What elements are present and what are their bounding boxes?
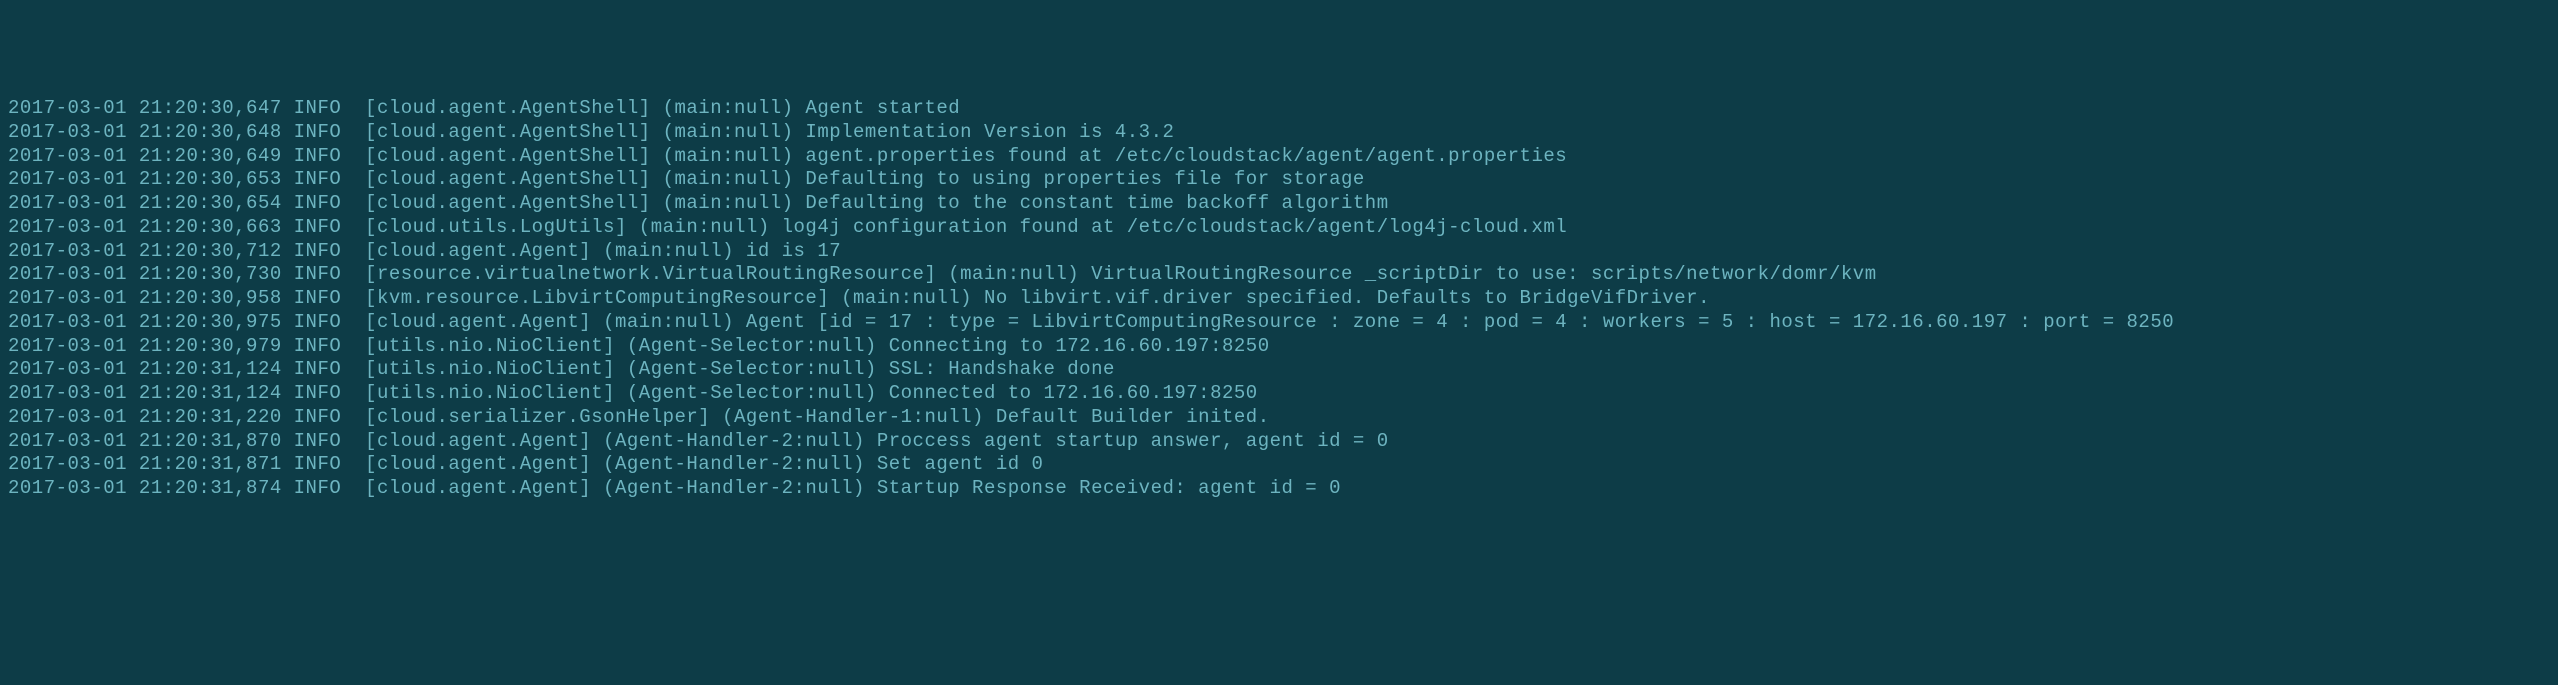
log-line: 2017-03-01 21:20:31,220 INFO [cloud.seri…	[8, 406, 2550, 430]
log-line: 2017-03-01 21:20:30,730 INFO [resource.v…	[8, 263, 2550, 287]
log-line: 2017-03-01 21:20:31,124 INFO [utils.nio.…	[8, 382, 2550, 406]
log-line: 2017-03-01 21:20:30,712 INFO [cloud.agen…	[8, 240, 2550, 264]
log-line: 2017-03-01 21:20:30,647 INFO [cloud.agen…	[8, 97, 2550, 121]
log-line: 2017-03-01 21:20:30,663 INFO [cloud.util…	[8, 216, 2550, 240]
log-line: 2017-03-01 21:20:31,871 INFO [cloud.agen…	[8, 453, 2550, 477]
terminal-log-output: 2017-03-01 21:20:30,647 INFO [cloud.agen…	[8, 97, 2550, 501]
log-line: 2017-03-01 21:20:30,653 INFO [cloud.agen…	[8, 168, 2550, 192]
log-line: 2017-03-01 21:20:31,124 INFO [utils.nio.…	[8, 358, 2550, 382]
log-line: 2017-03-01 21:20:30,975 INFO [cloud.agen…	[8, 311, 2550, 335]
log-line: 2017-03-01 21:20:31,874 INFO [cloud.agen…	[8, 477, 2550, 501]
log-line: 2017-03-01 21:20:30,654 INFO [cloud.agen…	[8, 192, 2550, 216]
log-line: 2017-03-01 21:20:30,649 INFO [cloud.agen…	[8, 145, 2550, 169]
log-line: 2017-03-01 21:20:30,648 INFO [cloud.agen…	[8, 121, 2550, 145]
log-line: 2017-03-01 21:20:30,958 INFO [kvm.resour…	[8, 287, 2550, 311]
log-line: 2017-03-01 21:20:31,870 INFO [cloud.agen…	[8, 430, 2550, 454]
log-line: 2017-03-01 21:20:30,979 INFO [utils.nio.…	[8, 335, 2550, 359]
